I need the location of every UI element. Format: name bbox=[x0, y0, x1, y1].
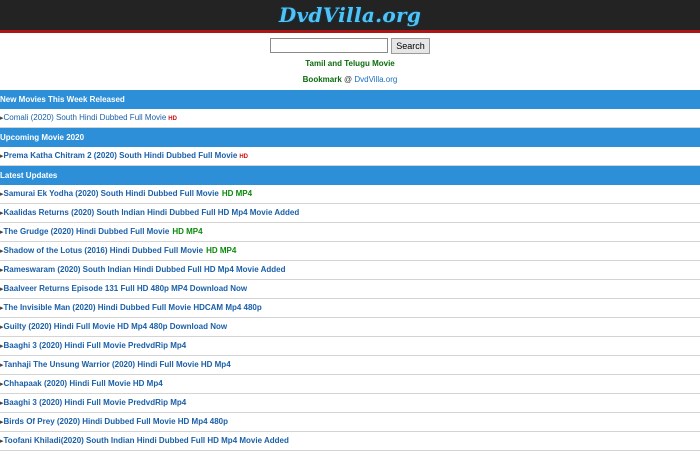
movie-link[interactable]: Comali (2020) South Hindi Dubbed Full Mo… bbox=[4, 113, 167, 122]
list-item: ▸Guilty (2020) Hindi Full Movie HD Mp4 4… bbox=[0, 318, 700, 337]
site-header: DvdVilla.org bbox=[0, 0, 700, 33]
movie-list: ▸Samurai Ek Yodha (2020) South Hindi Dub… bbox=[0, 185, 700, 451]
bookmark-label: Bookmark bbox=[302, 75, 342, 84]
list-item: ▸Birds Of Prey (2020) Hindi Dubbed Full … bbox=[0, 413, 700, 432]
bookmark-line: Bookmark @ DvdVilla.org bbox=[0, 74, 700, 85]
list-item: ▸Comali (2020) South Hindi Dubbed Full M… bbox=[0, 109, 700, 128]
list-item: ▸The Grudge (2020) Hindi Dubbed Full Mov… bbox=[0, 223, 700, 242]
list-item: ▸Toofani Khiladi(2020) South Indian Hind… bbox=[0, 432, 700, 451]
section-heading: Latest Updates bbox=[0, 166, 700, 185]
quality-badge: HD bbox=[239, 154, 248, 160]
section-heading: Upcoming Movie 2020 bbox=[0, 128, 700, 147]
quality-badge: HD MP4 bbox=[172, 227, 203, 236]
movie-link[interactable]: Toofani Khiladi(2020) South Indian Hindi… bbox=[4, 436, 289, 445]
quality-badge: HD bbox=[168, 116, 177, 122]
tagline-link[interactable]: Tamil and Telugu Movie bbox=[0, 58, 700, 69]
movie-list: ▸Prema Katha Chitram 2 (2020) South Hind… bbox=[0, 147, 700, 166]
list-item: ▸Tanhaji The Unsung Warrior (2020) Hindi… bbox=[0, 356, 700, 375]
movie-link[interactable]: Rameswaram (2020) South Indian Hindi Dub… bbox=[4, 265, 286, 274]
list-item: ▸Baaghi 3 (2020) Hindi Full Movie Predvd… bbox=[0, 394, 700, 413]
section-upcoming: Upcoming Movie 2020 ▸Prema Katha Chitram… bbox=[0, 128, 700, 166]
movie-link[interactable]: Shadow of the Lotus (2016) Hindi Dubbed … bbox=[4, 246, 204, 255]
search-button[interactable]: Search bbox=[391, 37, 430, 54]
movie-link[interactable]: Baaghi 3 (2020) Hindi Full Movie PredvdR… bbox=[4, 341, 187, 350]
list-item: ▸Kaalidas Returns (2020) South Indian Hi… bbox=[0, 204, 700, 223]
bookmark-site[interactable]: DvdVilla.org bbox=[354, 75, 397, 84]
search-input[interactable] bbox=[270, 38, 389, 53]
section-new-week: New Movies This Week Released ▸Comali (2… bbox=[0, 90, 700, 128]
movie-link[interactable]: Baaghi 3 (2020) Hindi Full Movie PredvdR… bbox=[4, 398, 187, 407]
list-item: ▸Samurai Ek Yodha (2020) South Hindi Dub… bbox=[0, 185, 700, 204]
section-heading: New Movies This Week Released bbox=[0, 90, 700, 109]
list-item: ▸Shadow of the Lotus (2016) Hindi Dubbed… bbox=[0, 242, 700, 261]
movie-link[interactable]: Birds Of Prey (2020) Hindi Dubbed Full M… bbox=[4, 417, 228, 426]
section-latest: Latest Updates ▸Samurai Ek Yodha (2020) … bbox=[0, 166, 700, 451]
movie-link[interactable]: Baalveer Returns Episode 131 Full HD 480… bbox=[4, 284, 248, 293]
bookmark-at: @ bbox=[341, 75, 355, 84]
movie-link[interactable]: Kaalidas Returns (2020) South Indian Hin… bbox=[4, 208, 300, 217]
quality-badge: HD MP4 bbox=[206, 246, 237, 255]
quality-badge: HD MP4 bbox=[221, 189, 253, 198]
list-item: ▸Prema Katha Chitram 2 (2020) South Hind… bbox=[0, 147, 700, 166]
search-bar: Search bbox=[0, 37, 700, 54]
movie-link[interactable]: Samurai Ek Yodha (2020) South Hindi Dubb… bbox=[4, 189, 219, 198]
movie-link[interactable]: The Invisible Man (2020) Hindi Dubbed Fu… bbox=[4, 303, 262, 312]
list-item: ▸Baalveer Returns Episode 131 Full HD 48… bbox=[0, 280, 700, 299]
site-logo[interactable]: DvdVilla.org bbox=[279, 3, 421, 27]
movie-link[interactable]: Tanhaji The Unsung Warrior (2020) Hindi … bbox=[4, 360, 231, 369]
list-item: ▸Chhapaak (2020) Hindi Full Movie HD Mp4 bbox=[0, 375, 700, 394]
list-item: ▸Baaghi 3 (2020) Hindi Full Movie Predvd… bbox=[0, 337, 700, 356]
movie-link[interactable]: Guilty (2020) Hindi Full Movie HD Mp4 48… bbox=[4, 322, 228, 331]
movie-list: ▸Comali (2020) South Hindi Dubbed Full M… bbox=[0, 109, 700, 128]
list-item: ▸Rameswaram (2020) South Indian Hindi Du… bbox=[0, 261, 700, 280]
list-item: ▸The Invisible Man (2020) Hindi Dubbed F… bbox=[0, 299, 700, 318]
movie-link[interactable]: Chhapaak (2020) Hindi Full Movie HD Mp4 bbox=[4, 379, 163, 388]
movie-link[interactable]: The Grudge (2020) Hindi Dubbed Full Movi… bbox=[4, 227, 170, 236]
movie-link[interactable]: Prema Katha Chitram 2 (2020) South Hindi… bbox=[4, 151, 238, 160]
